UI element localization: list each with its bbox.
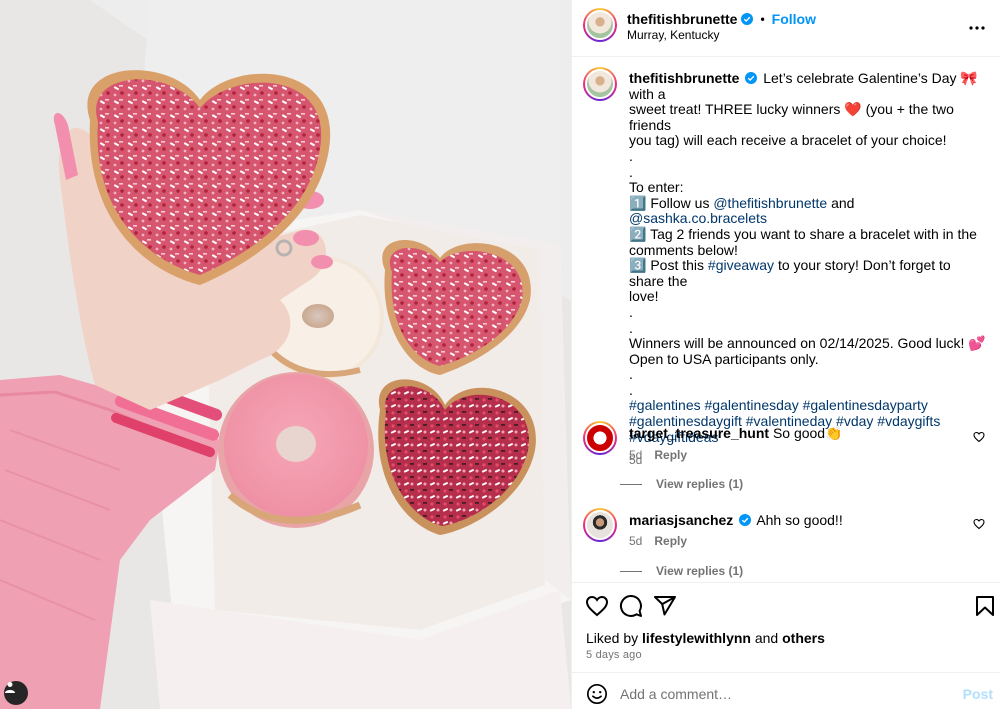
mention-sashka[interactable]: @sashka.co.bracelets [629, 210, 767, 227]
caption-line-6: To enter: [629, 179, 684, 196]
post-side-panel: thefitishbrunette • Follow Murray, Kentu… [571, 0, 1000, 709]
liked-by-user[interactable]: lifestylewithlynn [642, 630, 751, 646]
comment-input[interactable] [620, 683, 950, 705]
comment-text: Ahh so good!! [756, 512, 843, 528]
verified-badge-icon [739, 514, 752, 526]
liked-by-prefix: Liked by [586, 630, 643, 646]
bookmark-icon[interactable] [973, 594, 997, 618]
caption-line-3: you tag) will each receive a bracelet of… [629, 132, 947, 149]
view-replies-button[interactable]: View replies (1) [620, 477, 743, 491]
caption-winners: Winners will be announced on 02/14/2025.… [629, 335, 986, 352]
caption-dot: . [629, 381, 633, 398]
author-avatar[interactable] [583, 8, 617, 42]
verified-badge-icon [745, 72, 758, 84]
caption-dot: . [629, 303, 633, 320]
step1-mid: and [827, 194, 855, 211]
caption-step-2b: comments below! [629, 241, 738, 258]
caption-line: thefitishbrunette Let’s celebrate Galent… [629, 70, 989, 102]
caption-step-3: 3️⃣ Post this #giveaway to your story! D… [629, 257, 989, 289]
caption-step-2a: 2️⃣ Tag 2 friends you want to share a br… [629, 225, 977, 242]
like-heart-icon[interactable] [585, 594, 609, 618]
reply-button[interactable]: Reply [654, 534, 687, 548]
comment-time[interactable]: 5d [629, 534, 642, 548]
caption-dot: . [629, 366, 633, 383]
emoji-icon[interactable] [586, 683, 608, 705]
caption-username[interactable]: thefitishbrunette [629, 70, 739, 86]
view-replies-button[interactable]: View replies (1) [620, 564, 743, 578]
step3-prefix: 3️⃣ Post this [629, 257, 708, 274]
add-comment-bar: Post [572, 672, 1000, 709]
caption-open-to: Open to USA participants only. [629, 350, 819, 367]
post-comment-button[interactable]: Post [963, 686, 993, 702]
donut-box-image [0, 0, 571, 709]
author-username[interactable]: thefitishbrunette [627, 11, 737, 27]
comments-scroll-area[interactable]: thefitishbrunette Let’s celebrate Galent… [572, 57, 1000, 582]
post-photo[interactable] [0, 0, 571, 709]
post-actions: Liked by lifestylewithlynn and others 5 … [572, 582, 1000, 672]
comment-like-heart-icon[interactable] [973, 518, 985, 530]
caption-dot: . [629, 319, 633, 336]
step1-prefix: 1️⃣ Follow us [629, 194, 714, 211]
share-icon[interactable] [653, 594, 677, 618]
post-location[interactable]: Murray, Kentucky [627, 28, 719, 42]
user-tag-button[interactable] [4, 681, 28, 705]
user-tag-icon [5, 682, 15, 693]
replies-rule [620, 483, 642, 485]
separator-dot: • [760, 12, 765, 26]
liked-by-others[interactable]: others [782, 630, 825, 646]
caption-author-avatar[interactable] [583, 67, 617, 101]
caption-line-4: . [629, 147, 633, 164]
more-options-icon [969, 26, 985, 30]
comment-text: So good👏 [772, 425, 843, 441]
caption-step-1: 1️⃣ Follow us @thefitishbrunette and @sa… [629, 194, 989, 227]
caption-line-2: sweet treat! THREE lucky winners ❤️ (you… [629, 101, 954, 133]
replies-rule [620, 570, 642, 572]
hashtags-line-1[interactable]: #galentines #galentinesday #galentinesda… [629, 398, 989, 414]
comment-icon[interactable] [619, 594, 643, 618]
liked-by-mid: and [750, 630, 783, 646]
view-replies-label: View replies (1) [656, 564, 744, 578]
follow-button[interactable]: Follow [772, 11, 816, 27]
commenter-username[interactable]: target_treasure_hunt [629, 425, 769, 441]
caption-text: thefitishbrunette Let’s celebrate Galent… [629, 70, 989, 469]
commenter-avatar[interactable] [583, 508, 617, 542]
hashtag-giveaway[interactable]: #giveaway [708, 257, 774, 273]
comment-body: target_treasure_hunt So good👏 5d Reply [629, 425, 969, 462]
liked-by-line: Liked by lifestylewithlynn and others [586, 630, 825, 646]
commenter-username[interactable]: mariasjsanchez [629, 512, 733, 528]
comment-like-heart-icon[interactable] [973, 431, 985, 443]
reply-button[interactable]: Reply [654, 448, 687, 462]
post-date[interactable]: 5 days ago [586, 649, 642, 661]
author-line: thefitishbrunette • Follow [627, 11, 816, 27]
mention-thefitishbrunette[interactable]: @thefitishbrunette [713, 195, 827, 211]
view-replies-label: View replies (1) [656, 477, 744, 491]
comment-meta: 5d Reply [629, 448, 969, 462]
comment-time[interactable]: 5d [629, 448, 642, 462]
comment-meta: 5d Reply [629, 534, 969, 548]
verified-badge-icon [741, 13, 754, 25]
post-header: thefitishbrunette • Follow Murray, Kentu… [572, 0, 1000, 57]
commenter-avatar[interactable] [583, 421, 617, 455]
caption-step-3b: love! [629, 288, 659, 305]
more-options-button[interactable] [965, 16, 989, 40]
caption-line-5: . [629, 163, 633, 180]
comment-body: mariasjsanchez Ahh so good!! 5d Reply [629, 512, 969, 548]
